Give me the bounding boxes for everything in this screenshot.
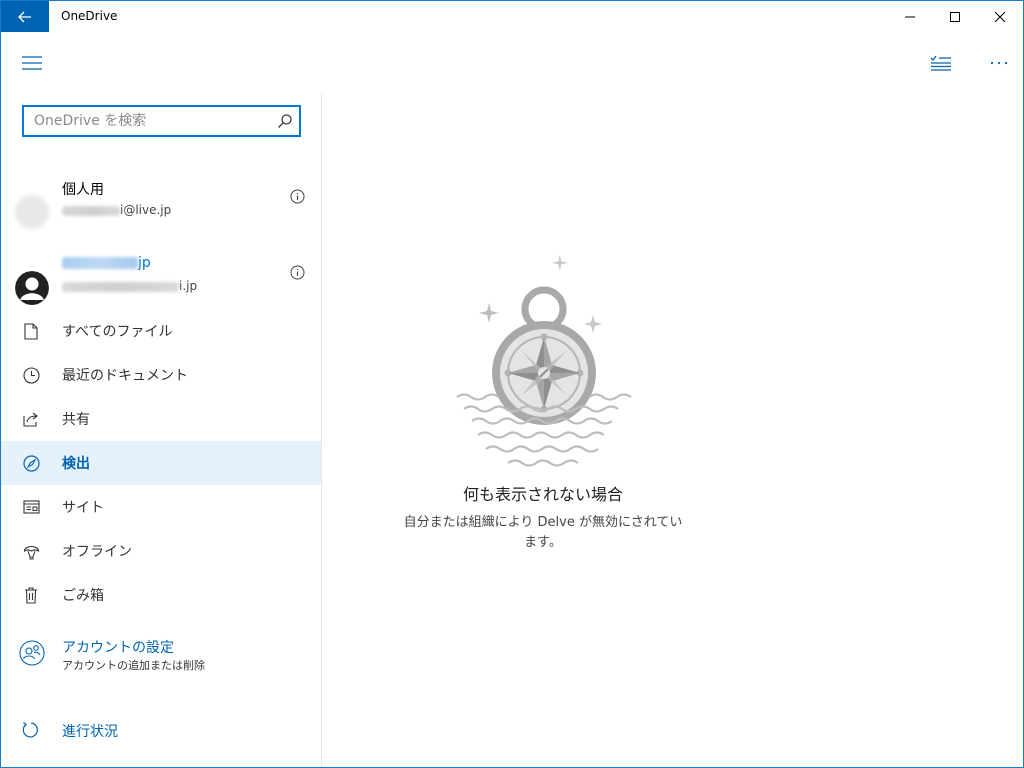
redacted-text bbox=[62, 257, 138, 269]
redacted-text bbox=[62, 205, 120, 216]
more-icon bbox=[990, 61, 1008, 65]
close-icon bbox=[995, 11, 1005, 22]
app-window: OneDrive OneDrive を検索 個人用 i@live.jp jp i… bbox=[0, 0, 1024, 768]
refresh-icon bbox=[22, 721, 40, 739]
maximize-button[interactable] bbox=[932, 1, 978, 32]
search-box[interactable] bbox=[22, 105, 301, 137]
account-email: i@live.jp bbox=[62, 203, 171, 217]
sites-icon bbox=[22, 498, 40, 516]
hamburger-icon bbox=[22, 56, 42, 70]
search-input[interactable] bbox=[24, 107, 274, 135]
account-business[interactable]: jp i.jp bbox=[1, 255, 321, 315]
title-bar: OneDrive bbox=[1, 1, 1023, 32]
nav-item-discover[interactable]: 検出 bbox=[1, 441, 321, 485]
minimize-button[interactable] bbox=[887, 1, 933, 32]
trash-icon bbox=[22, 586, 40, 604]
back-button[interactable] bbox=[1, 1, 49, 32]
clock-icon bbox=[22, 366, 40, 384]
account-name: jp bbox=[62, 255, 151, 271]
window-title: OneDrive bbox=[61, 9, 118, 23]
person-icon bbox=[15, 271, 49, 305]
account-name: 個人用 bbox=[62, 182, 104, 198]
hamburger-menu-button[interactable] bbox=[13, 47, 51, 79]
nav-item-sites[interactable]: サイト bbox=[1, 485, 321, 529]
checklist-icon bbox=[930, 55, 951, 71]
account-personal[interactable]: 個人用 i@live.jp bbox=[1, 179, 321, 239]
offline-icon bbox=[22, 542, 40, 560]
select-items-button[interactable] bbox=[921, 47, 961, 79]
info-icon[interactable] bbox=[290, 189, 305, 204]
nav-item-shared[interactable]: 共有 bbox=[1, 397, 321, 441]
nav-item-offline[interactable]: オフライン bbox=[1, 529, 321, 573]
main-content: 何も表示されない場合 自分または組織により Delve が無効にされています。 bbox=[322, 93, 1023, 767]
empty-state-title: 何も表示されない場合 bbox=[462, 485, 623, 504]
file-icon bbox=[22, 322, 40, 340]
progress-button[interactable]: 進行状況 bbox=[1, 715, 321, 745]
account-email: i.jp bbox=[62, 279, 197, 293]
avatar bbox=[15, 195, 49, 229]
compass-illustration bbox=[456, 254, 632, 467]
empty-state-description: 自分または組織により Delve が無効にされています。 bbox=[403, 515, 683, 550]
sidebar: 個人用 i@live.jp jp i.jp bbox=[1, 93, 321, 767]
search-icon[interactable] bbox=[277, 113, 293, 129]
nav-item-recent[interactable]: 最近のドキュメント bbox=[1, 353, 321, 397]
close-button[interactable] bbox=[977, 1, 1023, 32]
info-icon[interactable] bbox=[290, 265, 305, 280]
more-options-button[interactable] bbox=[979, 47, 1019, 79]
compass-icon bbox=[22, 454, 40, 472]
share-icon bbox=[22, 410, 40, 428]
minimize-icon bbox=[905, 16, 915, 17]
account-settings-button[interactable]: アカウントの設定 アカウントの追加または削除 bbox=[1, 631, 321, 675]
redacted-text bbox=[62, 281, 179, 292]
avatar bbox=[15, 271, 49, 305]
maximize-icon bbox=[950, 11, 960, 22]
account-settings-icon bbox=[19, 640, 45, 666]
nav-item-all-files[interactable]: すべてのファイル bbox=[1, 309, 321, 353]
nav-item-recycle-bin[interactable]: ごみ箱 bbox=[1, 573, 321, 617]
back-arrow-icon bbox=[18, 11, 31, 22]
